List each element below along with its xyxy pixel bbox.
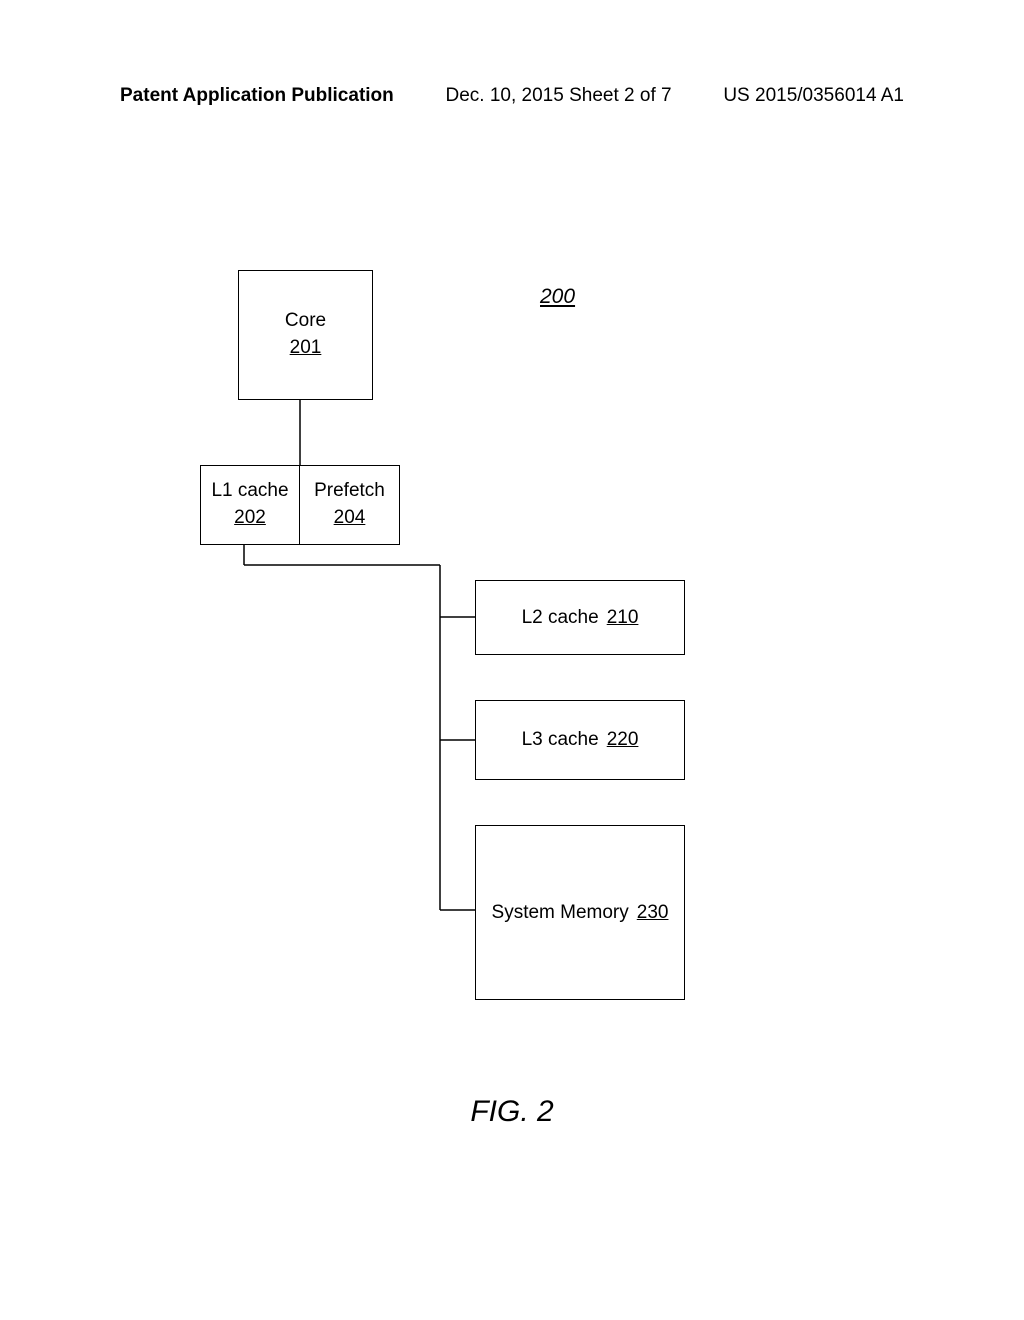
block-prefetch: Prefetch 204 [300, 465, 400, 545]
header-right: US 2015/0356014 A1 [723, 85, 904, 107]
block-l2-label: L2 cache [522, 607, 599, 629]
block-l1-label: L1 cache [211, 478, 288, 505]
header-left: Patent Application Publication [120, 85, 394, 107]
block-core: Core 201 [238, 270, 373, 400]
block-l3-label: L3 cache [522, 729, 599, 751]
block-l2-num: 210 [607, 607, 639, 629]
header-center: Dec. 10, 2015 Sheet 2 of 7 [446, 85, 672, 107]
block-prefetch-num: 204 [334, 505, 366, 532]
block-prefetch-label: Prefetch [314, 478, 385, 505]
block-l1-num: 202 [234, 505, 266, 532]
block-core-num: 201 [290, 335, 322, 362]
figure-caption: FIG. 2 [470, 1095, 553, 1129]
page-header: Patent Application Publication Dec. 10, … [0, 85, 1024, 107]
block-sysmem-num: 230 [637, 902, 669, 924]
block-l3-cache: L3 cache 220 [475, 700, 685, 780]
diagram-reference-number: 200 [540, 285, 575, 309]
block-sysmem-label: System Memory [492, 902, 629, 924]
diagram: 200 Core 201 L1 cache 202 Prefetch 204 L… [0, 270, 1024, 1070]
block-core-label: Core [285, 308, 326, 335]
block-l1-cache: L1 cache 202 [200, 465, 300, 545]
block-system-memory: System Memory 230 [475, 825, 685, 1000]
block-l2-cache: L2 cache 210 [475, 580, 685, 655]
block-l3-num: 220 [607, 729, 639, 751]
